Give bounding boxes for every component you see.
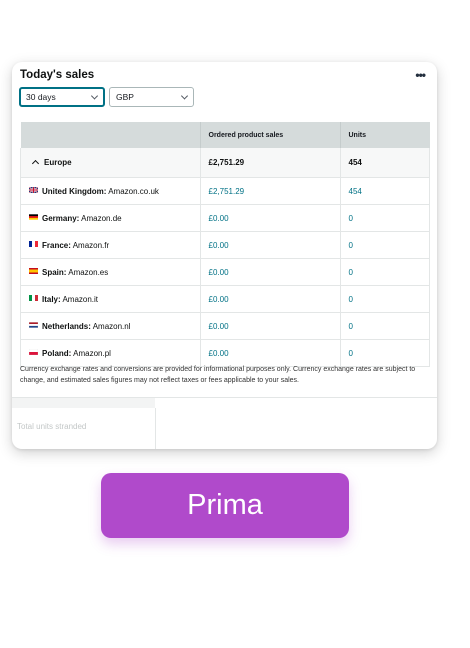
table-row: United Kingdom: Amazon.co.uk £2,751.29 4… — [20, 177, 430, 205]
tile-strip — [12, 398, 155, 408]
sales-value-link[interactable]: £0.00 — [200, 231, 341, 259]
poland-flag-icon — [29, 349, 38, 356]
marketplace-cell: Netherlands: Amazon.nl — [20, 312, 201, 340]
table-row: Germany: Amazon.de £0.00 0 — [20, 204, 430, 232]
table-row: Spain: Amazon.es £0.00 0 — [20, 258, 430, 286]
currency-disclaimer: Currency exchange rates and conversions … — [20, 366, 416, 384]
store-name: Amazon.it — [62, 294, 99, 304]
marketplace-cell: Germany: Amazon.de — [20, 204, 201, 232]
country-name: France: — [42, 240, 71, 250]
spain-flag-icon — [29, 268, 38, 275]
country-name: Italy: — [42, 294, 61, 304]
france-flag-icon — [29, 241, 38, 248]
store-name: Amazon.fr — [72, 240, 110, 250]
table-row: Italy: Amazon.it £0.00 0 — [20, 285, 430, 313]
sales-value-link[interactable]: £0.00 — [200, 312, 341, 340]
units-value-link[interactable]: 0 — [340, 312, 430, 340]
units-value-link[interactable]: 0 — [340, 204, 430, 232]
table-header-row: Ordered product sales Units — [20, 122, 430, 148]
marketplace-cell: Poland: Amazon.pl — [20, 339, 201, 367]
sales-value-link[interactable]: £0.00 — [200, 339, 341, 367]
group-sales: £2,751.29 — [200, 148, 341, 178]
country-name: Germany: — [42, 213, 80, 223]
currency-select-value: GBP — [116, 92, 134, 102]
prima-button[interactable]: Prima — [101, 473, 349, 538]
stranded-units-tile[interactable]: Total units stranded — [12, 408, 156, 449]
store-name: Amazon.nl — [92, 321, 131, 331]
italy-flag-icon — [29, 295, 38, 302]
currency-select[interactable]: GBP — [109, 87, 194, 107]
period-select[interactable]: 30 days — [19, 87, 105, 107]
country-name: Poland: — [42, 348, 72, 358]
column-header-sales: Ordered product sales — [200, 122, 341, 148]
table-row: Poland: Amazon.pl £0.00 0 — [20, 339, 430, 367]
marketplace-cell: France: Amazon.fr — [20, 231, 201, 259]
sales-table: Ordered product sales Units Europe £2,75… — [20, 122, 430, 367]
stranded-units-label: Total units stranded — [17, 422, 87, 431]
group-units: 454 — [340, 148, 430, 178]
column-header-marketplace — [20, 122, 201, 148]
period-select-value: 30 days — [26, 92, 56, 102]
group-name-cell: Europe — [20, 148, 201, 178]
card-title: Today's sales — [20, 69, 95, 81]
units-value-link[interactable]: 0 — [340, 258, 430, 286]
group-name: Europe — [44, 158, 72, 167]
sales-value-link[interactable]: £0.00 — [200, 285, 341, 313]
marketplace-cell: Spain: Amazon.es — [20, 258, 201, 286]
column-header-units: Units — [340, 122, 430, 148]
chevron-down-icon — [90, 92, 99, 100]
group-row-europe[interactable]: Europe £2,751.29 454 — [20, 148, 430, 178]
sales-value-link[interactable]: £2,751.29 — [200, 177, 341, 205]
sales-value-link[interactable]: £0.00 — [200, 204, 341, 232]
table-row: France: Amazon.fr £0.00 0 — [20, 231, 430, 259]
netherlands-flag-icon — [29, 322, 38, 329]
units-value-link[interactable]: 0 — [340, 285, 430, 313]
more-options-icon[interactable]: ••• — [415, 68, 426, 82]
units-value-link[interactable]: 454 — [340, 177, 430, 205]
units-value-link[interactable]: 0 — [340, 231, 430, 259]
store-name: Amazon.co.uk — [108, 186, 159, 196]
store-name: Amazon.pl — [73, 348, 111, 358]
germany-flag-icon — [29, 214, 38, 221]
table-row: Netherlands: Amazon.nl £0.00 0 — [20, 312, 430, 340]
todays-sales-card: Today's sales ••• 30 days GBP Ordered pr… — [12, 62, 437, 449]
units-value-link[interactable]: 0 — [340, 339, 430, 367]
country-name: United Kingdom: — [42, 186, 107, 196]
country-name: Netherlands: — [42, 321, 91, 331]
marketplace-cell: Italy: Amazon.it — [20, 285, 201, 313]
uk-flag-icon — [29, 187, 38, 194]
store-name: Amazon.es — [68, 267, 109, 277]
marketplace-cell: United Kingdom: Amazon.co.uk — [20, 177, 201, 205]
sales-value-link[interactable]: £0.00 — [200, 258, 341, 286]
chevron-down-icon — [180, 92, 189, 100]
chevron-up-icon[interactable] — [31, 159, 40, 168]
store-name: Amazon.de — [81, 213, 122, 223]
country-name: Spain: — [42, 267, 67, 277]
